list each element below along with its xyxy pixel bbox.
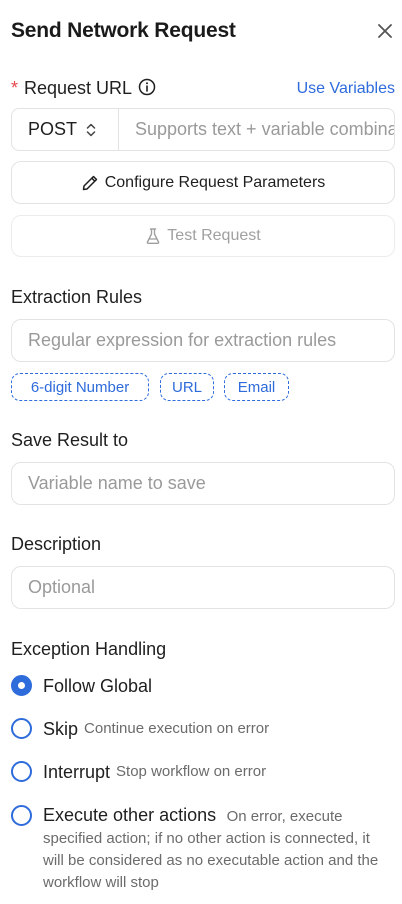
- radio-button[interactable]: [11, 761, 32, 782]
- save-result-label: Save Result to: [11, 430, 129, 450]
- tag-email[interactable]: Email: [224, 373, 289, 401]
- radio-label: Skip: [43, 719, 79, 739]
- radio-interrupt[interactable]: Interrupt Stop workflow on error: [11, 760, 266, 784]
- radio-skip[interactable]: Skip Continue execution on error: [11, 717, 269, 741]
- test-request-button[interactable]: Test Request: [11, 215, 395, 257]
- radio-description: Continue execution on error: [84, 720, 270, 737]
- flask-icon: [146, 228, 160, 244]
- extraction-rules-input[interactable]: [11, 319, 395, 362]
- exception-handling-label: Exception Handling: [11, 639, 167, 659]
- method-select[interactable]: POST: [12, 109, 119, 150]
- use-variables-link[interactable]: Use Variables: [297, 78, 395, 100]
- request-url-label: Request URL: [24, 78, 133, 98]
- chevron-updown-icon: [86, 123, 96, 136]
- test-button-label: Test Request: [167, 227, 261, 244]
- url-input[interactable]: [119, 109, 394, 150]
- request-url-field: POST: [11, 108, 395, 151]
- close-icon[interactable]: [375, 21, 395, 41]
- radio-label: Execute other actions: [43, 805, 217, 825]
- description-input[interactable]: [11, 566, 395, 609]
- tag-url[interactable]: URL: [160, 373, 214, 401]
- extraction-rules-label: Extraction Rules: [11, 287, 143, 307]
- radio-follow-global[interactable]: Follow Global: [11, 674, 152, 698]
- configure-request-parameters-button[interactable]: Configure Request Parameters: [11, 161, 395, 204]
- radio-button[interactable]: [11, 805, 32, 826]
- radio-text-block: Execute other actions On error, execute …: [43, 804, 393, 894]
- radio-button[interactable]: [11, 718, 32, 739]
- method-value: POST: [28, 119, 78, 139]
- radio-description: Stop workflow on error: [116, 763, 267, 780]
- request-url-label-row: * Request URL: [11, 76, 156, 100]
- save-result-input[interactable]: [11, 462, 395, 505]
- radio-button-checked[interactable]: [11, 675, 32, 696]
- panel-title: Send Network Request: [11, 19, 236, 42]
- pencil-icon: [82, 175, 97, 190]
- tag-6-digit-number[interactable]: 6-digit Number: [11, 373, 149, 401]
- radio-label: Follow Global: [43, 676, 153, 696]
- info-icon[interactable]: [138, 78, 156, 96]
- panel-header: Send Network Request: [11, 16, 395, 46]
- radio-label: Interrupt: [43, 762, 111, 782]
- description-label: Description: [11, 534, 102, 554]
- required-mark: *: [11, 78, 19, 98]
- configure-button-label: Configure Request Parameters: [104, 173, 326, 191]
- radio-execute-other-actions[interactable]: Execute other actions On error, execute …: [11, 804, 395, 896]
